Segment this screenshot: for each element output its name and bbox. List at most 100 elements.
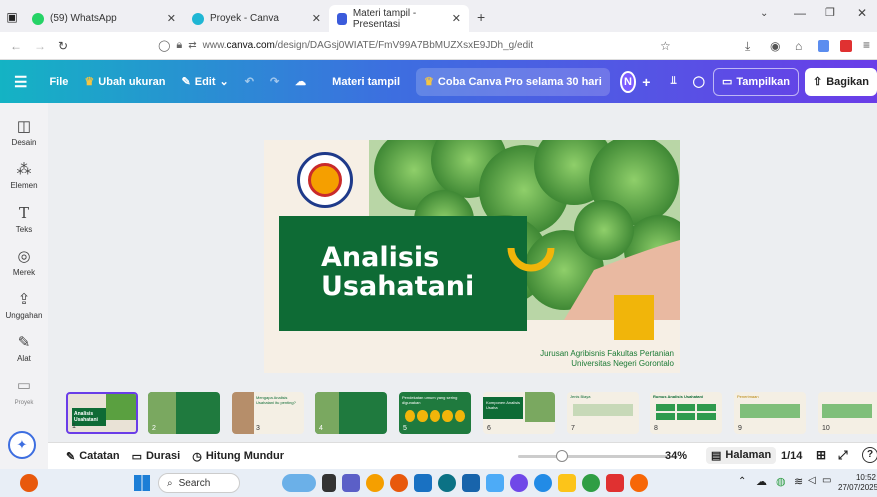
tab-presentation[interactable]: Materi tampil - Presentasi ✕ [329, 5, 469, 32]
battery-icon[interactable]: ▭ [822, 475, 831, 486]
sidebar-item-brand[interactable]: ◎ Merek [0, 247, 48, 277]
design-title[interactable]: Materi tampil [324, 68, 408, 96]
cloud-saved-icon[interactable]: ☁ [287, 68, 314, 96]
close-icon[interactable]: ✕ [167, 12, 176, 25]
new-tab-button[interactable]: + [477, 9, 485, 25]
back-icon[interactable]: ← [10, 39, 22, 53]
file-explorer-icon[interactable] [558, 474, 576, 492]
sidebar-toggle-icon[interactable]: ▣ [0, 10, 24, 24]
tab-canva-projects[interactable]: Proyek - Canva ✕ [184, 5, 329, 32]
clock[interactable]: 10:52 27/07/2025 [838, 473, 877, 493]
widgets-icon[interactable] [322, 474, 336, 492]
page-thumbnail[interactable]: Mengapa Analisis Usahatani itu penting? … [232, 392, 304, 434]
resize-button[interactable]: ♛ Ubah ukuran [76, 68, 173, 96]
sidebar-item-label: Desain [11, 138, 37, 147]
sidebar-item-label: Unggahan [5, 311, 43, 320]
extensions-icon[interactable]: ⌂ [795, 39, 802, 53]
teams-icon[interactable] [342, 474, 360, 492]
present-button[interactable]: ▭ Tampilkan [712, 67, 799, 96]
sidebar-item-tools[interactable]: ✎ Alat [0, 333, 48, 363]
try-pro-button[interactable]: ♛ Coba Canva Pro selama 30 hari [416, 67, 610, 96]
fullscreen-icon[interactable]: ⤢ [838, 448, 848, 463]
browser-menu-icon[interactable]: ≡ [863, 38, 870, 52]
firefox-icon[interactable] [390, 474, 408, 492]
slide-canvas[interactable]: Analisis Usahatani Jurusan Agribisnis Fa… [264, 140, 680, 373]
tray-onedrive-icon[interactable]: ☁ [756, 475, 767, 488]
undo-button[interactable]: ↶ [237, 68, 262, 96]
page-thumbnail[interactable]: Penerimaan 9 [734, 392, 806, 434]
page-thumbnail[interactable]: Jenis Biaya 7 [567, 392, 639, 434]
tray-copilot-icon[interactable]: ◍ [776, 475, 786, 488]
account-icon[interactable]: ◉ [770, 39, 780, 53]
sidebar-item-elements[interactable]: ⁂ Elemen [0, 160, 48, 190]
share-button[interactable]: ⇧ Bagikan [804, 67, 877, 96]
acrobat-icon[interactable] [606, 474, 624, 492]
pages-button[interactable]: ▤ Halaman [706, 447, 777, 464]
bookmark-star-icon[interactable]: ☆ [660, 39, 671, 53]
copilot-icon[interactable] [510, 474, 528, 492]
forward-icon[interactable]: → [34, 39, 46, 53]
reader-icon[interactable] [818, 40, 829, 52]
avatar[interactable]: N [619, 70, 637, 93]
insights-icon[interactable]: ⫫ [662, 68, 684, 96]
thumbnail-number: 8 [654, 425, 658, 432]
reload-icon[interactable]: ↻ [58, 39, 68, 53]
grid-view-icon[interactable]: ⊞ [816, 448, 826, 462]
timer-icon: ◷ [192, 450, 202, 463]
edit-menu[interactable]: ✎ Edit ⌄ [174, 68, 237, 96]
taskbar-search-box[interactable]: ⌕ Search [158, 473, 240, 493]
countdown-button[interactable]: ◷ Hitung Mundur [192, 450, 284, 463]
addon-icon[interactable] [840, 40, 852, 52]
chrome-icon[interactable] [366, 474, 384, 492]
sidebar-item-text[interactable]: T Teks [0, 204, 48, 234]
page-thumbnail[interactable]: Komponen Analisis Usaha 6 [483, 392, 555, 434]
download-icon[interactable]: ⤓ [745, 39, 750, 54]
url-field[interactable]: www.canva.com/design/DAGsj0WIATE/FmV99A7… [203, 40, 534, 51]
tray-chevron-icon[interactable]: ⌃ [738, 476, 746, 487]
help-button[interactable]: ? [862, 447, 877, 463]
page-thumbnail[interactable]: Analisis Usahatani 1 [66, 392, 138, 434]
minimize-icon[interactable]: — [794, 6, 806, 20]
slide-footer[interactable]: Jurusan Agribisnis Fakultas Pertanian Un… [540, 349, 674, 369]
sidebar-item-design[interactable]: ◫ Desain [0, 117, 48, 147]
menu-icon[interactable]: ☰ [0, 68, 41, 96]
zoom-level[interactable]: 34% [665, 450, 687, 462]
weather-icon[interactable] [20, 474, 38, 492]
page-thumbnail[interactable]: Pendekatan umum yang sering digunakan 5 [399, 392, 471, 434]
edge-icon[interactable] [438, 474, 456, 492]
zoom-slider-handle[interactable] [556, 450, 568, 462]
page-thumbnail[interactable]: 4 [315, 392, 387, 434]
tab-list-icon[interactable]: ⌄ [760, 8, 768, 19]
close-icon[interactable]: ✕ [312, 12, 321, 25]
sidebar-item-projects[interactable]: ▭ Proyek [0, 376, 48, 406]
magic-assistant-button[interactable]: ✦ [8, 431, 36, 459]
word-icon[interactable] [414, 474, 432, 492]
windows-start-icon[interactable] [134, 475, 150, 491]
slide-title[interactable]: Analisis Usahatani [321, 243, 474, 301]
browser-taskbar-icon[interactable] [630, 474, 648, 492]
comment-icon[interactable]: ◯ [685, 68, 713, 96]
task-view-icon[interactable] [282, 474, 316, 492]
file-menu[interactable]: File [41, 68, 76, 96]
duration-button[interactable]: ▭ Durasi [132, 450, 181, 463]
zoom-slider[interactable] [518, 450, 668, 462]
notes-button[interactable]: ✎ Catatan [66, 450, 120, 463]
wifi-icon[interactable]: ≋ [794, 475, 803, 488]
window-close-icon[interactable]: ✕ [857, 6, 867, 20]
page-thumbnail[interactable]: 10 [818, 392, 877, 434]
mendeley-icon[interactable] [486, 474, 504, 492]
redo-button[interactable]: ↷ [262, 68, 287, 96]
whatsapp-taskbar-icon[interactable] [582, 474, 600, 492]
thumbnail-number: 10 [822, 425, 830, 432]
maximize-icon[interactable]: ❐ [825, 6, 835, 19]
page-thumbnail[interactable]: 2 [148, 392, 220, 434]
sidebar-item-uploads[interactable]: ⇪ Unggahan [0, 290, 48, 320]
add-collaborator-button[interactable]: + [636, 68, 656, 96]
page-thumbnail[interactable]: Rumus Analisis Usahatani 8 [650, 392, 722, 434]
store-icon[interactable] [462, 474, 480, 492]
thumbnail-title: Jenis Biaya [570, 394, 591, 399]
volume-icon[interactable]: ◁ [808, 475, 816, 486]
tab-whatsapp[interactable]: (59) WhatsApp ✕ [24, 5, 184, 32]
close-icon[interactable]: ✕ [452, 12, 461, 25]
zoom-icon[interactable] [534, 474, 552, 492]
